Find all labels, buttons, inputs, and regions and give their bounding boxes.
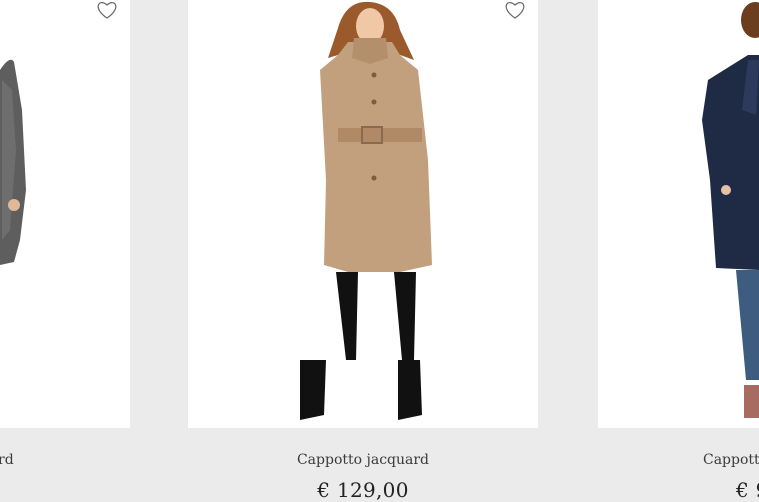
- product-image[interactable]: [598, 0, 759, 428]
- product-name[interactable]: Cappotto jacquard: [188, 452, 538, 468]
- product-image[interactable]: [188, 0, 538, 428]
- wishlist-heart-icon[interactable]: [96, 0, 118, 20]
- product-name[interactable]: rd: [0, 452, 14, 468]
- wishlist-heart-icon[interactable]: [504, 0, 526, 20]
- product-price: € 9: [736, 478, 759, 502]
- product-name[interactable]: Cappotto: [703, 452, 759, 468]
- product-price: € 129,00: [317, 478, 409, 502]
- product-image[interactable]: [0, 0, 130, 428]
